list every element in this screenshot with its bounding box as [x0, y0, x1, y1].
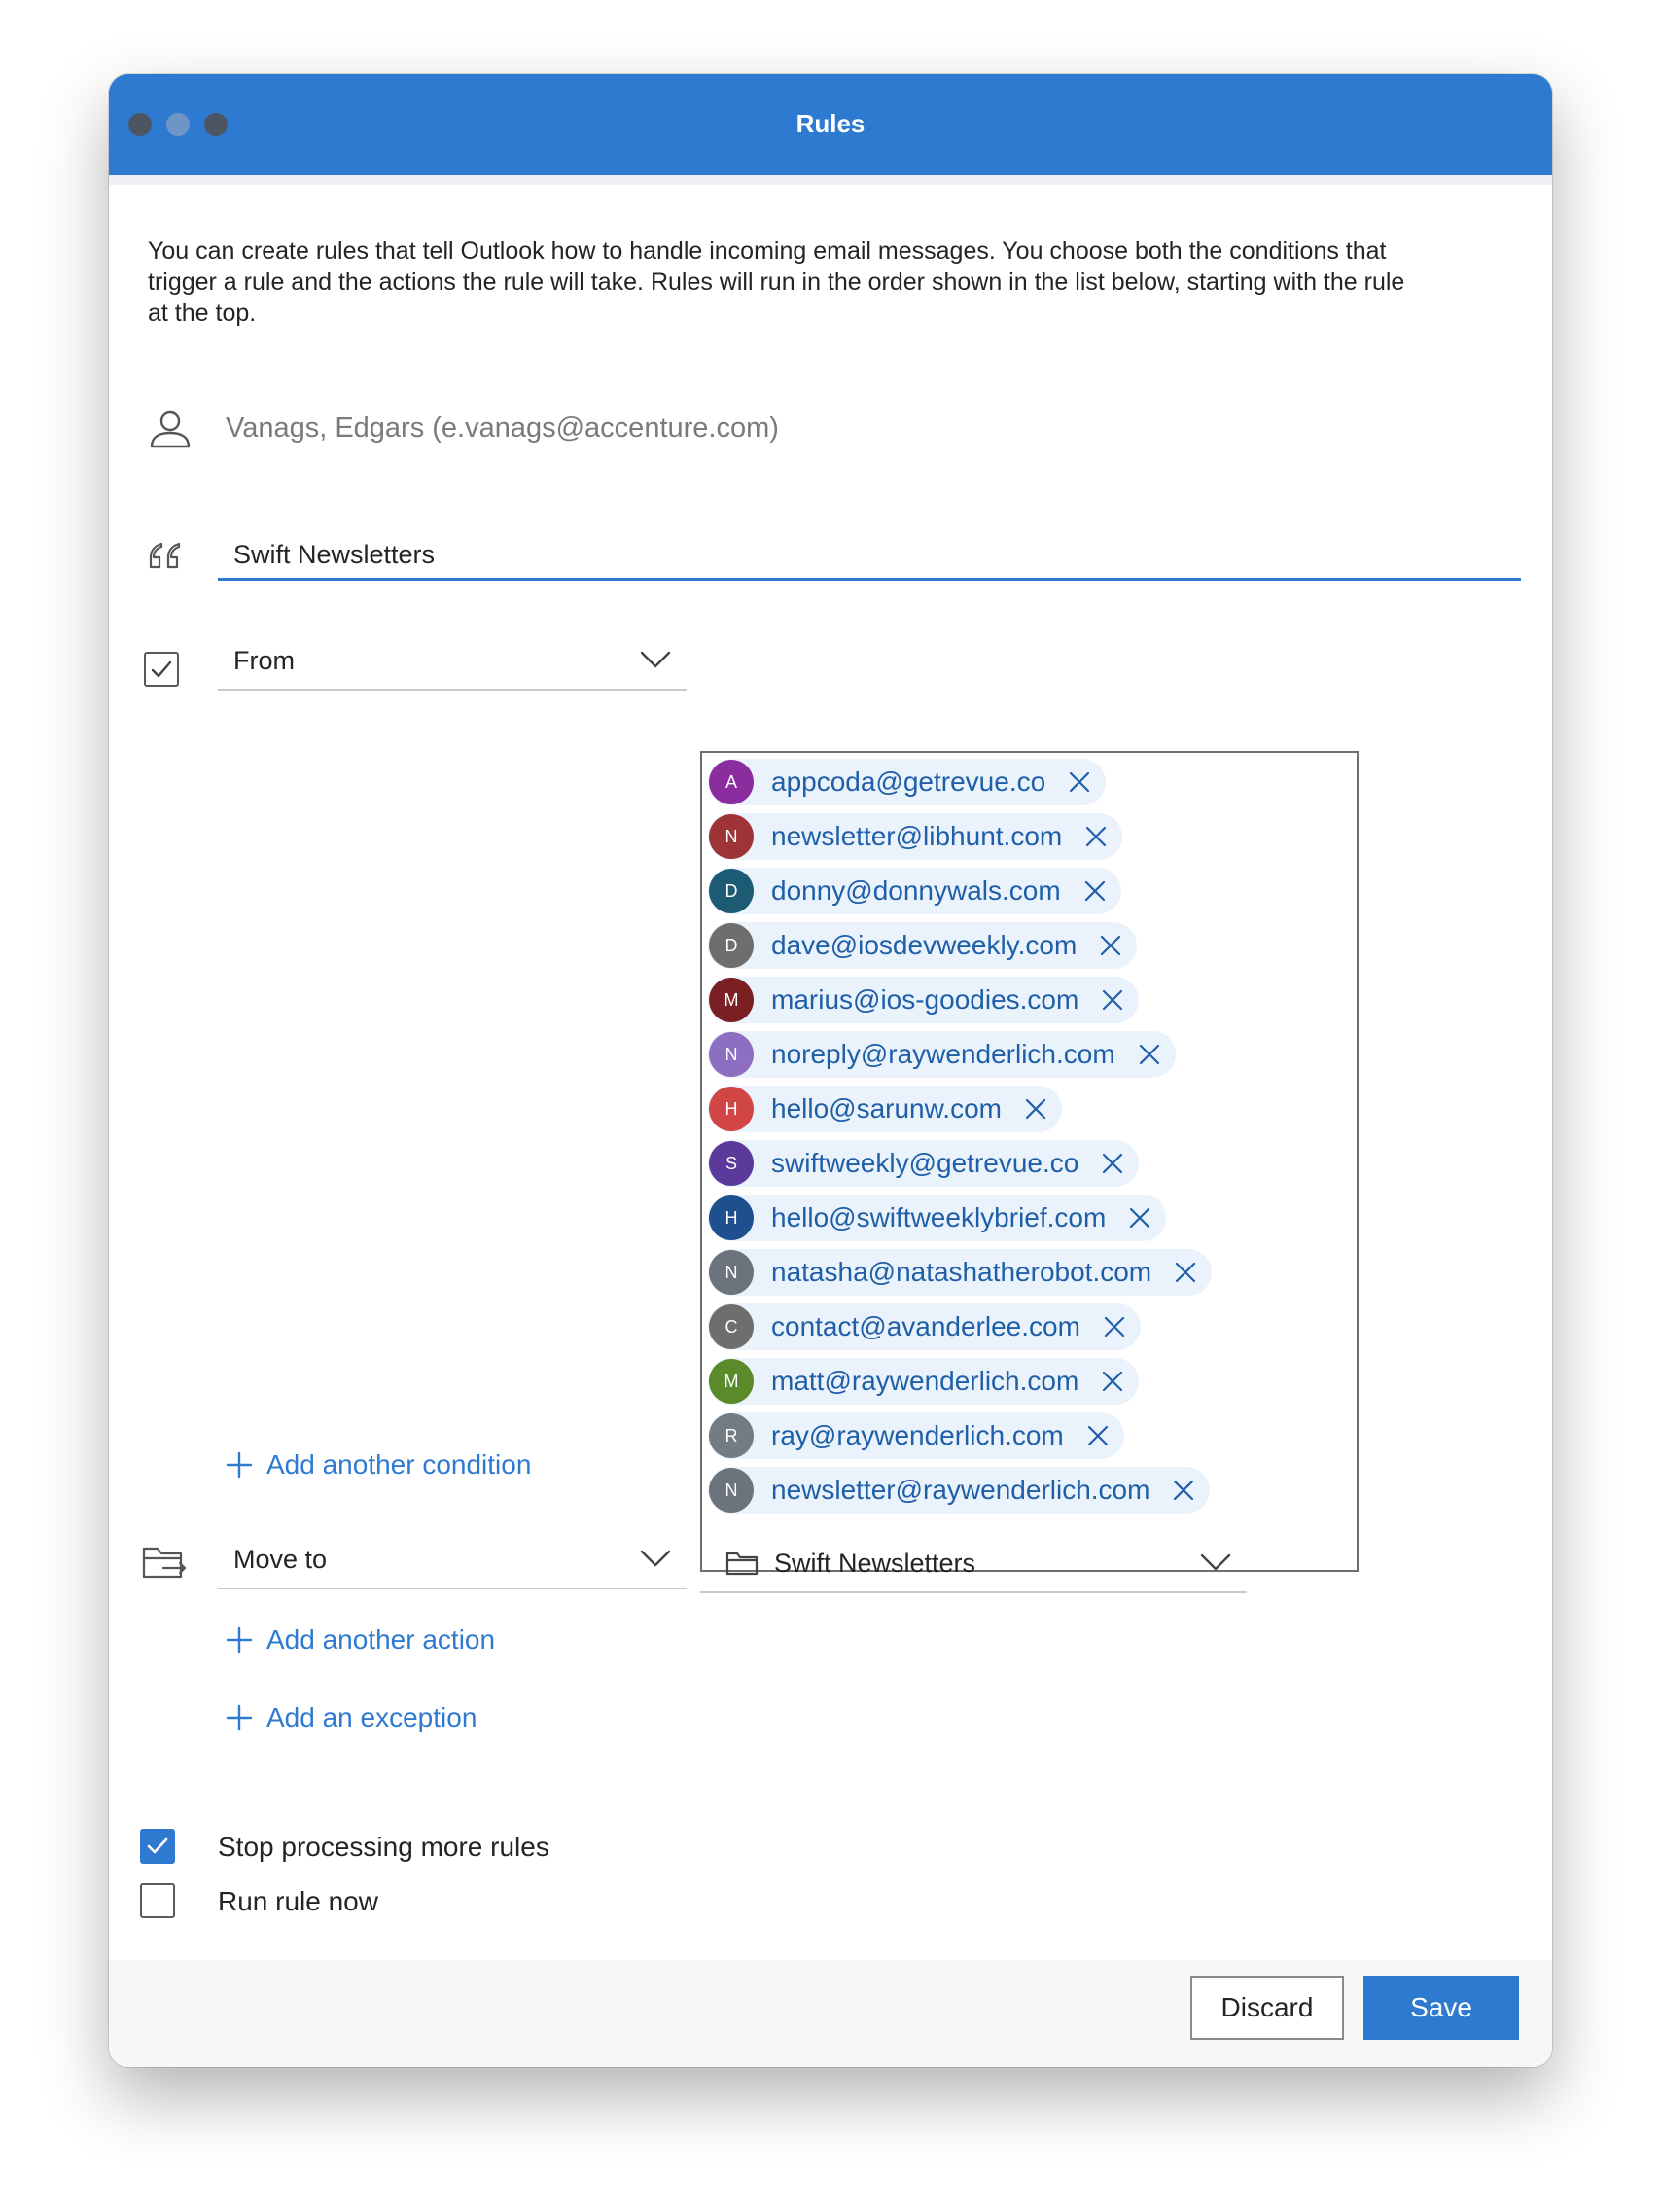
add-exception-link[interactable]: Add an exception: [226, 1702, 477, 1733]
sender-avatar: R: [709, 1413, 754, 1458]
sender-email: appcoda@getrevue.co: [771, 767, 1046, 797]
sender-email: ray@raywenderlich.com: [771, 1420, 1064, 1450]
action-type-label: Move to: [233, 1545, 328, 1574]
chevron-down-icon: [1200, 1553, 1231, 1571]
add-condition-label: Add another condition: [266, 1449, 532, 1480]
sender-avatar: A: [709, 760, 754, 804]
sender-chip[interactable]: Sswiftweekly@getrevue.co: [708, 1140, 1140, 1187]
sender-chip[interactable]: Nnewsletter@libhunt.com: [708, 813, 1123, 860]
sender-email: hello@sarunw.com: [771, 1093, 1002, 1124]
add-action-label: Add another action: [266, 1624, 496, 1655]
sender-chip[interactable]: Hhello@sarunw.com: [708, 1086, 1062, 1132]
move-to-folder-icon: [142, 1547, 187, 1579]
remove-sender-icon[interactable]: [1067, 769, 1092, 795]
folder-dropdown[interactable]: Swift Newsletters: [700, 1529, 1247, 1593]
sender-chip[interactable]: Rray@raywenderlich.com: [708, 1412, 1124, 1459]
plus-icon: [226, 1704, 253, 1731]
intro-text: You can create rules that tell Outlook h…: [148, 237, 1405, 327]
run-now-label: Run rule now: [218, 1886, 378, 1916]
sender-avatar: H: [709, 1195, 754, 1240]
stop-processing-checkbox[interactable]: [140, 1829, 175, 1864]
sender-email: matt@raywenderlich.com: [771, 1366, 1079, 1396]
plus-icon: [226, 1451, 253, 1479]
sender-list[interactable]: Aappcoda@getrevue.co Nnewsletter@libhunt.…: [700, 751, 1359, 1572]
remove-sender-icon[interactable]: [1100, 987, 1125, 1013]
sender-chip[interactable]: Ccontact@avanderlee.com: [708, 1303, 1141, 1350]
sender-email: newsletter@raywenderlich.com: [771, 1475, 1150, 1505]
condition-checkbox[interactable]: [144, 652, 179, 687]
sender-chip[interactable]: Ddave@iosdevweekly.com: [708, 922, 1138, 969]
remove-sender-icon[interactable]: [1082, 878, 1108, 904]
sender-chip[interactable]: Mmatt@raywenderlich.com: [708, 1358, 1140, 1405]
sender-email: hello@swiftweeklybrief.com: [771, 1202, 1107, 1232]
sender-avatar: S: [709, 1141, 754, 1186]
add-exception-label: Add an exception: [266, 1702, 477, 1732]
checkmark-icon: [147, 1837, 168, 1854]
sender-chip[interactable]: Nnewsletter@raywenderlich.com: [708, 1467, 1211, 1514]
sender-avatar: D: [709, 923, 754, 968]
remove-sender-icon[interactable]: [1023, 1096, 1048, 1122]
discard-button[interactable]: Discard: [1190, 1976, 1344, 2040]
remove-sender-icon[interactable]: [1102, 1314, 1127, 1339]
run-now-checkbox[interactable]: [140, 1883, 175, 1918]
remove-sender-icon[interactable]: [1173, 1260, 1198, 1285]
remove-sender-icon[interactable]: [1171, 1478, 1196, 1503]
sender-avatar: N: [709, 1032, 754, 1077]
sender-email: newsletter@libhunt.com: [771, 821, 1063, 851]
rule-name-field[interactable]: [218, 533, 1537, 581]
sender-email: natasha@natashatherobot.com: [771, 1257, 1152, 1287]
sender-email: contact@avanderlee.com: [771, 1311, 1080, 1341]
sender-chip[interactable]: Nnoreply@raywenderlich.com: [708, 1031, 1176, 1078]
remove-sender-icon[interactable]: [1100, 1151, 1125, 1176]
rule-editor: You can create rules that tell Outlook h…: [109, 185, 1552, 2067]
sender-email: dave@iosdevweekly.com: [771, 930, 1078, 960]
sender-chip[interactable]: Nnatasha@natashatherobot.com: [708, 1249, 1213, 1296]
chevron-down-icon: [640, 651, 671, 668]
window-title: Rules: [795, 109, 866, 138]
condition-type-label: From: [233, 646, 295, 675]
title-bar: Rules: [109, 74, 1552, 175]
quote-icon: [149, 542, 181, 569]
title-bar-divider: [109, 175, 1552, 185]
sender-avatar: N: [709, 1250, 754, 1295]
sender-chip[interactable]: Hhello@swiftweeklybrief.com: [708, 1195, 1167, 1241]
person-icon: [150, 410, 191, 448]
sender-avatar: D: [709, 869, 754, 913]
add-action-link[interactable]: Add another action: [226, 1624, 495, 1656]
rule-owner: Vanags, Edgars (e.vanags@accenture.com): [226, 412, 779, 444]
save-button[interactable]: Save: [1363, 1976, 1519, 2040]
remove-sender-icon[interactable]: [1083, 824, 1109, 849]
sender-email: marius@ios-goodies.com: [771, 984, 1079, 1015]
remove-sender-icon[interactable]: [1098, 933, 1123, 958]
sender-avatar: N: [709, 1468, 754, 1513]
sender-email: noreply@raywenderlich.com: [771, 1039, 1115, 1069]
sender-avatar: N: [709, 814, 754, 859]
sender-avatar: M: [709, 1359, 754, 1404]
rule-name-input[interactable]: [218, 533, 1537, 576]
checkmark-icon: [151, 660, 172, 678]
dialog-footer: Discard Save: [109, 1960, 1552, 2067]
sender-email: donny@donnywals.com: [771, 875, 1061, 906]
plus-icon: [226, 1626, 253, 1654]
folder-label: Swift Newsletters: [774, 1549, 976, 1578]
sender-avatar: H: [709, 1087, 754, 1131]
action-type-dropdown[interactable]: Move to: [218, 1527, 687, 1589]
sender-chip[interactable]: Aappcoda@getrevue.co: [708, 759, 1107, 805]
condition-type-dropdown[interactable]: From: [218, 628, 687, 691]
sender-chip[interactable]: Mmarius@ios-goodies.com: [708, 977, 1140, 1023]
remove-sender-icon[interactable]: [1137, 1042, 1162, 1067]
sender-avatar: M: [709, 978, 754, 1022]
remove-sender-icon[interactable]: [1085, 1423, 1111, 1448]
remove-sender-icon[interactable]: [1100, 1369, 1125, 1394]
add-condition-link[interactable]: Add another condition: [226, 1449, 531, 1481]
sender-email: swiftweekly@getrevue.co: [771, 1148, 1079, 1178]
chevron-down-icon: [640, 1550, 671, 1567]
stop-processing-label: Stop processing more rules: [218, 1832, 549, 1862]
sender-chip[interactable]: Ddonny@donnywals.com: [708, 868, 1121, 914]
sender-avatar: C: [709, 1304, 754, 1349]
remove-sender-icon[interactable]: [1127, 1205, 1152, 1231]
rules-dialog: Rules You can create rules that tell Out…: [109, 74, 1552, 2067]
folder-icon: [725, 1552, 759, 1576]
